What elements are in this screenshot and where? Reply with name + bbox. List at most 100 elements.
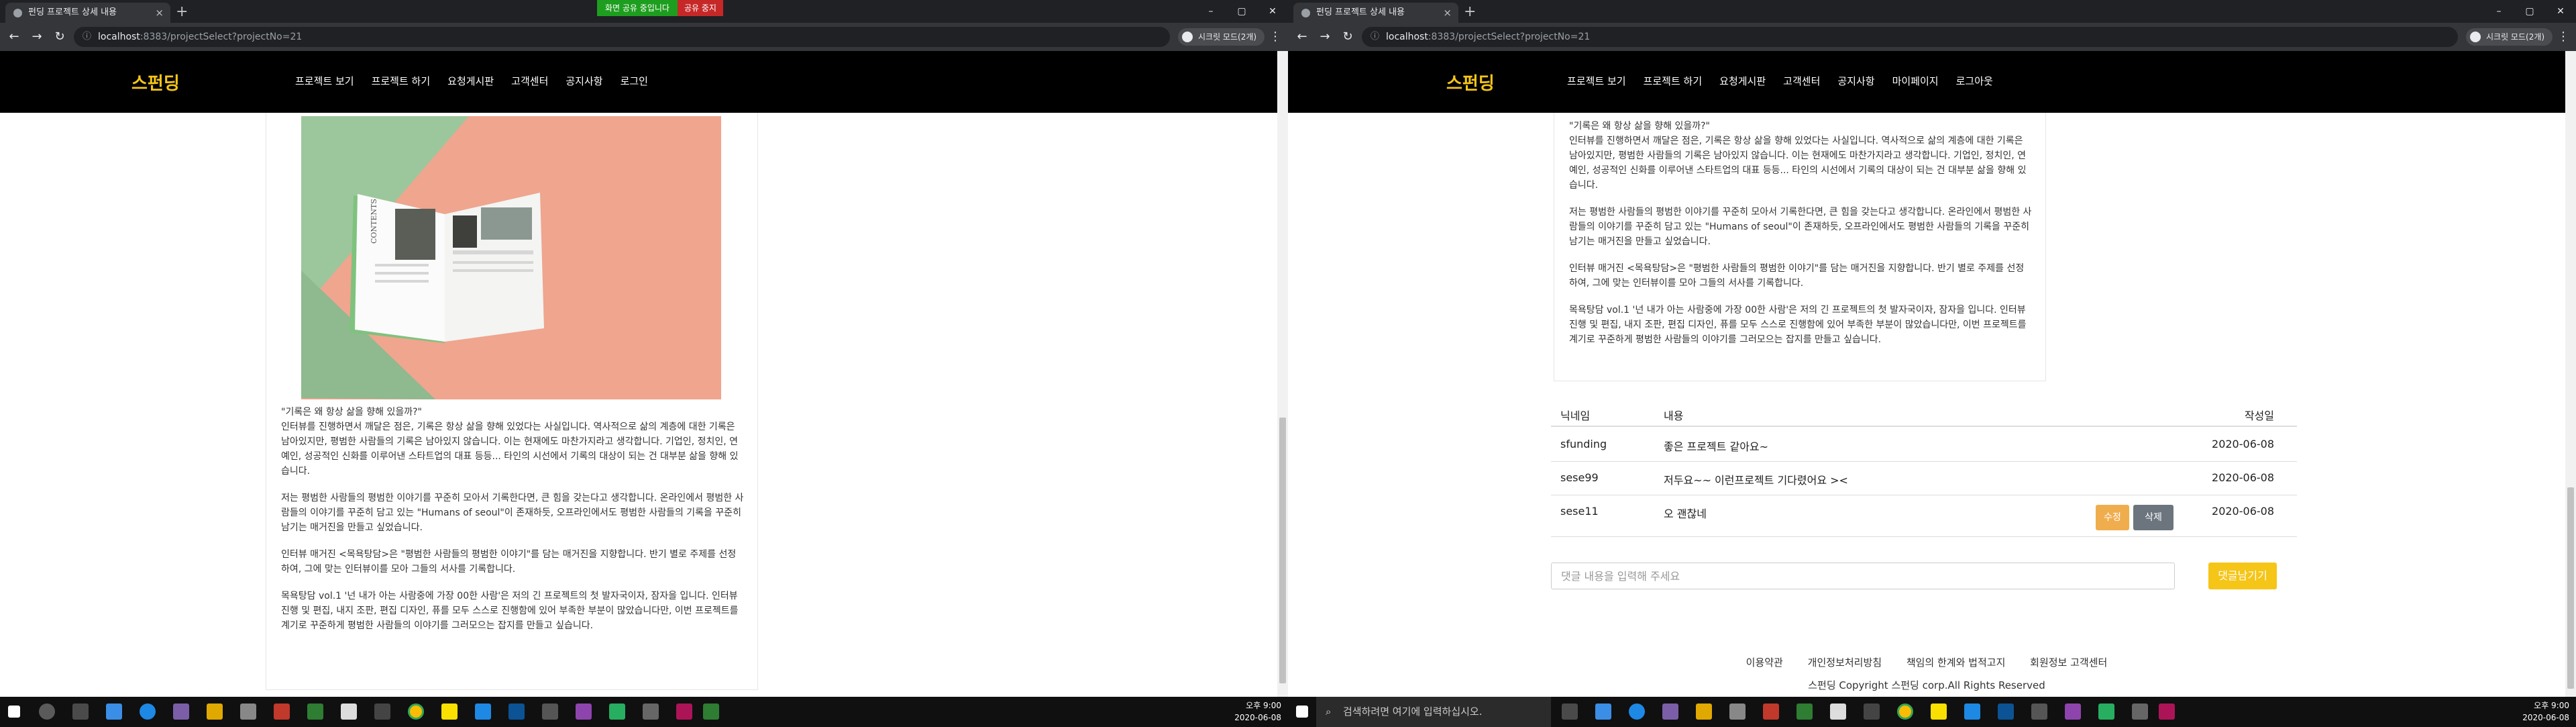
- calculator-icon[interactable]: [1830, 704, 1846, 720]
- app-icon[interactable]: [1662, 704, 1678, 720]
- delete-comment-button[interactable]: 삭제: [2133, 505, 2174, 530]
- browser-menu-icon[interactable]: ⋮: [2557, 28, 2569, 46]
- reload-icon[interactable]: ↻: [51, 28, 68, 46]
- edge-icon[interactable]: [1964, 704, 1980, 720]
- chrome-icon[interactable]: [1897, 704, 1913, 720]
- scrollbar-thumb[interactable]: [1279, 418, 1286, 683]
- footer-link[interactable]: 이용약관: [1746, 657, 1783, 669]
- nav-item[interactable]: 고객센터: [511, 74, 548, 88]
- new-tab-icon[interactable]: +: [176, 4, 188, 20]
- app-icon[interactable]: [240, 704, 256, 720]
- site-logo[interactable]: 스펀딩: [131, 70, 180, 95]
- nav-item[interactable]: 프로젝트 보기: [295, 74, 354, 88]
- app-icon[interactable]: [374, 704, 390, 720]
- task-view-icon[interactable]: [1562, 704, 1578, 720]
- app-icon[interactable]: [643, 704, 659, 720]
- app-icon[interactable]: [1595, 704, 1611, 720]
- info-icon[interactable]: ⓘ: [83, 27, 91, 47]
- task-view-icon[interactable]: [72, 704, 89, 720]
- site-logo[interactable]: 스펀딩: [1446, 70, 1495, 95]
- app-icon[interactable]: [508, 704, 525, 720]
- app-icon[interactable]: [542, 704, 558, 720]
- folder-icon[interactable]: [1696, 704, 1712, 720]
- nav-item[interactable]: 공지사항: [566, 74, 602, 88]
- tab-close-icon[interactable]: ×: [155, 3, 164, 23]
- minimize-icon[interactable]: –: [1195, 0, 1226, 23]
- app-icon[interactable]: [274, 704, 290, 720]
- comment-input[interactable]: 댓글 내용을 입력해 주세요: [1551, 563, 2175, 589]
- footer-link[interactable]: 개인정보처리방침: [1808, 657, 1882, 669]
- browser-menu-icon[interactable]: ⋮: [1269, 28, 1281, 46]
- maximize-icon[interactable]: ▢: [2514, 0, 2545, 23]
- minimize-icon[interactable]: –: [2483, 0, 2514, 23]
- system-clock[interactable]: 오후 9:00 2020-06-08: [1221, 699, 1281, 724]
- footer-link[interactable]: 회원정보 고객센터: [2030, 657, 2107, 669]
- app-icon[interactable]: [576, 704, 592, 720]
- incognito-profile-button[interactable]: 시크릿 모드(2개): [1178, 28, 1265, 46]
- address-bar[interactable]: ⓘ localhost:8383/projectSelect?projectNo…: [1362, 27, 2520, 47]
- app-icon[interactable]: [609, 704, 625, 720]
- kakaotalk-icon[interactable]: [441, 704, 458, 720]
- browser-icon[interactable]: [1629, 704, 1645, 720]
- app-icon[interactable]: [106, 704, 122, 720]
- folder-icon[interactable]: [207, 704, 223, 720]
- app-icon[interactable]: [173, 704, 189, 720]
- app-icon[interactable]: [2159, 704, 2175, 720]
- vertical-scrollbar[interactable]: [1277, 51, 1288, 697]
- app-icon[interactable]: [2065, 704, 2081, 720]
- scrollbar-thumb[interactable]: [2567, 487, 2574, 689]
- edge-icon[interactable]: [475, 704, 491, 720]
- nav-item[interactable]: 로그인: [621, 74, 648, 88]
- start-icon[interactable]: [8, 706, 20, 718]
- nav-item[interactable]: 요청게시판: [1719, 74, 1766, 88]
- forward-icon[interactable]: →: [28, 28, 46, 46]
- submit-comment-button[interactable]: 댓글남기기: [2208, 563, 2277, 589]
- app-icon[interactable]: [2098, 704, 2114, 720]
- tab-close-icon[interactable]: ×: [1443, 3, 1452, 23]
- kakaotalk-icon[interactable]: [1931, 704, 1947, 720]
- app-icon[interactable]: [676, 704, 692, 720]
- vertical-scrollbar[interactable]: [2565, 51, 2576, 697]
- close-icon[interactable]: ✕: [1257, 0, 1288, 23]
- app-icon[interactable]: [1763, 704, 1779, 720]
- app-icon[interactable]: [2132, 704, 2148, 720]
- taskbar-search-box[interactable]: ⌕ 검색하려면 여기에 입력하십시오.: [1316, 697, 1551, 727]
- new-tab-icon[interactable]: +: [1464, 4, 1476, 20]
- nav-item[interactable]: 요청게시판: [447, 74, 494, 88]
- start-icon[interactable]: [1296, 706, 1308, 718]
- address-bar[interactable]: ⓘ localhost:8383/projectSelect?projectNo…: [74, 27, 1232, 47]
- search-icon[interactable]: [39, 704, 55, 720]
- footer-link[interactable]: 책임의 한계와 법적고지: [1907, 657, 2006, 669]
- incognito-profile-button[interactable]: 시크릿 모드(2개): [2466, 28, 2553, 46]
- nav-item[interactable]: 공지사항: [1837, 74, 1874, 88]
- back-icon[interactable]: ←: [5, 28, 23, 46]
- app-icon[interactable]: [2031, 704, 2047, 720]
- nav-item[interactable]: 프로젝트 하기: [372, 74, 431, 88]
- info-icon[interactable]: ⓘ: [1371, 27, 1379, 47]
- nav-item[interactable]: 프로젝트 보기: [1567, 74, 1626, 88]
- app-icon[interactable]: [703, 704, 719, 720]
- back-icon[interactable]: ←: [1293, 28, 1311, 46]
- app-icon[interactable]: [307, 704, 323, 720]
- chrome-icon[interactable]: [408, 704, 424, 720]
- edit-comment-button[interactable]: 수정: [2096, 505, 2129, 530]
- maximize-icon[interactable]: ▢: [1226, 0, 1257, 23]
- reload-icon[interactable]: ↻: [1339, 28, 1356, 46]
- browser-tab[interactable]: 펀딩 프로젝트 상세 내용 ×: [5, 3, 170, 23]
- app-icon[interactable]: [1998, 704, 2014, 720]
- app-icon[interactable]: [1729, 704, 1746, 720]
- browser-tab[interactable]: 펀딩 프로젝트 상세 내용 ×: [1293, 3, 1458, 23]
- calculator-icon[interactable]: [341, 704, 357, 720]
- app-icon[interactable]: [1796, 704, 1813, 720]
- browser-icon[interactable]: [140, 704, 156, 720]
- system-clock[interactable]: 오후 9:00 2020-06-08: [2509, 699, 2569, 724]
- nav-item[interactable]: 프로젝트 하기: [1644, 74, 1703, 88]
- nav-item[interactable]: 고객센터: [1783, 74, 1820, 88]
- nav-item[interactable]: 로그아웃: [1956, 74, 1993, 88]
- forward-icon[interactable]: →: [1316, 28, 1334, 46]
- nav-item[interactable]: 마이페이지: [1892, 74, 1939, 88]
- close-icon[interactable]: ✕: [2545, 0, 2576, 23]
- site-footer: 이용약관 개인정보처리방침 책임의 한계와 법적고지 회원정보 고객센터 스펀딩…: [1288, 650, 2565, 697]
- app-icon[interactable]: [1864, 704, 1880, 720]
- stop-share-button[interactable]: 공유 중지: [677, 0, 723, 16]
